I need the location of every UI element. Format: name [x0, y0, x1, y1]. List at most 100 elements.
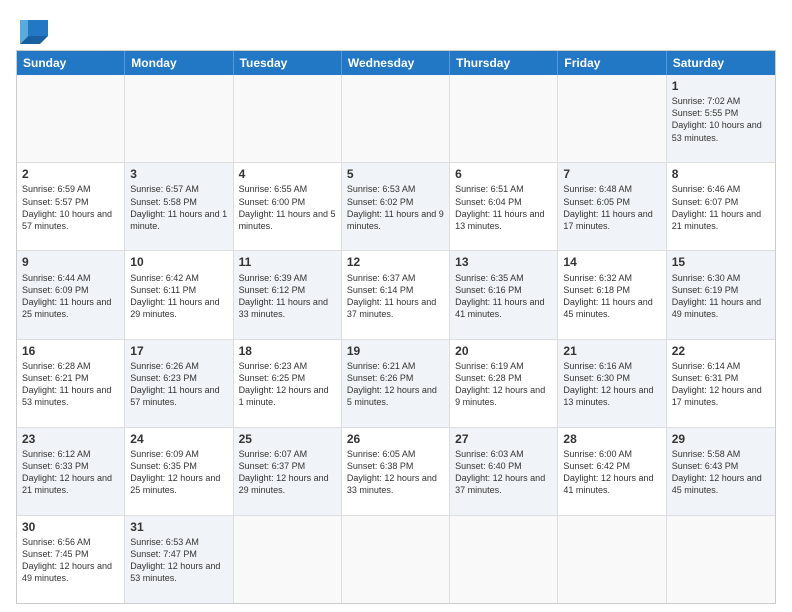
day-number: 12 — [347, 254, 444, 270]
day-cell: 6Sunrise: 6:51 AM Sunset: 6:04 PM Daylig… — [450, 163, 558, 250]
day-cell: 12 Sunrise: 6:37 AM Sunset: 6:14 PM Dayli… — [342, 251, 450, 338]
cell-text: Sunrise: 6:56 AM Sunset: 7:45 PM Dayligh… — [22, 536, 119, 585]
cell-text: Sunrise: 6:07 AM Sunset: 6:37 PM Dayligh… — [239, 448, 336, 497]
day-cell: 5Sunrise: 6:53 AM Sunset: 6:02 PM Daylig… — [342, 163, 450, 250]
day-number: 13 — [455, 254, 552, 270]
week-row: 2Sunrise: 6:59 AM Sunset: 5:57 PM Daylig… — [17, 162, 775, 250]
cell-text: Sunrise: 6:30 AM Sunset: 6:19 PM Dayligh… — [672, 272, 770, 321]
day-number: 18 — [239, 343, 336, 359]
day-header: Monday — [125, 51, 233, 75]
day-number: 5 — [347, 166, 444, 182]
day-cell — [558, 516, 666, 603]
cell-text: Sunrise: 6:03 AM Sunset: 6:40 PM Dayligh… — [455, 448, 552, 497]
day-cell: 30Sunrise: 6:56 AM Sunset: 7:45 PM Dayli… — [17, 516, 125, 603]
day-cell — [667, 516, 775, 603]
day-number: 24 — [130, 431, 227, 447]
day-cell: 27Sunrise: 6:03 AM Sunset: 6:40 PM Dayli… — [450, 428, 558, 515]
day-number: 29 — [672, 431, 770, 447]
day-cell — [450, 516, 558, 603]
day-cell: 14Sunrise: 6:32 AM Sunset: 6:18 PM Dayli… — [558, 251, 666, 338]
cell-text: Sunrise: 6:32 AM Sunset: 6:18 PM Dayligh… — [563, 272, 660, 321]
cell-text: Sunrise: 6:00 AM Sunset: 6:42 PM Dayligh… — [563, 448, 660, 497]
week-row: 9Sunrise: 6:44 AM Sunset: 6:09 PM Daylig… — [17, 250, 775, 338]
day-header: Thursday — [450, 51, 558, 75]
day-cell: 9Sunrise: 6:44 AM Sunset: 6:09 PM Daylig… — [17, 251, 125, 338]
day-cell: 3Sunrise: 6:57 AM Sunset: 5:58 PM Daylig… — [125, 163, 233, 250]
page: SundayMondayTuesdayWednesdayThursdayFrid… — [0, 0, 792, 612]
cell-text: Sunrise: 6:53 AM Sunset: 7:47 PM Dayligh… — [130, 536, 227, 585]
cell-text: Sunrise: 7:02 AM Sunset: 5:55 PM Dayligh… — [672, 95, 770, 144]
day-cell: 28Sunrise: 6:00 AM Sunset: 6:42 PM Dayli… — [558, 428, 666, 515]
header — [16, 12, 776, 44]
day-number: 20 — [455, 343, 552, 359]
day-cell: 1Sunrise: 7:02 AM Sunset: 5:55 PM Daylig… — [667, 75, 775, 162]
day-number: 7 — [563, 166, 660, 182]
cell-text: Sunrise: 6:12 AM Sunset: 6:33 PM Dayligh… — [22, 448, 119, 497]
day-header: Tuesday — [234, 51, 342, 75]
day-number: 8 — [672, 166, 770, 182]
day-number: 3 — [130, 166, 227, 182]
cell-text: Sunrise: 6:51 AM Sunset: 6:04 PM Dayligh… — [455, 183, 552, 232]
day-cell: 29Sunrise: 5:58 AM Sunset: 6:43 PM Dayli… — [667, 428, 775, 515]
day-number: 22 — [672, 343, 770, 359]
cell-text: Sunrise: 6:28 AM Sunset: 6:21 PM Dayligh… — [22, 360, 119, 409]
day-cell — [450, 75, 558, 162]
day-number: 23 — [22, 431, 119, 447]
week-row: 30Sunrise: 6:56 AM Sunset: 7:45 PM Dayli… — [17, 515, 775, 603]
day-cell: 10 Sunrise: 6:42 AM Sunset: 6:11 PM Dayli… — [125, 251, 233, 338]
day-cell — [234, 516, 342, 603]
day-cell: 22Sunrise: 6:14 AM Sunset: 6:31 PM Dayli… — [667, 340, 775, 427]
cell-text: Sunrise: 6:14 AM Sunset: 6:31 PM Dayligh… — [672, 360, 770, 409]
cell-text: Sunrise: 6:48 AM Sunset: 6:05 PM Dayligh… — [563, 183, 660, 232]
cell-text: Sunrise: 6:21 AM Sunset: 6:26 PM Dayligh… — [347, 360, 444, 409]
cell-text: Sunrise: 6:57 AM Sunset: 5:58 PM Dayligh… — [130, 183, 227, 232]
day-cell: 2Sunrise: 6:59 AM Sunset: 5:57 PM Daylig… — [17, 163, 125, 250]
week-row: 16Sunrise: 6:28 AM Sunset: 6:21 PM Dayli… — [17, 339, 775, 427]
day-cell — [125, 75, 233, 162]
day-number: 30 — [22, 519, 119, 535]
cell-text: Sunrise: 6:09 AM Sunset: 6:35 PM Dayligh… — [130, 448, 227, 497]
day-cell: 18Sunrise: 6:23 AM Sunset: 6:25 PM Dayli… — [234, 340, 342, 427]
day-number: 6 — [455, 166, 552, 182]
day-cell — [558, 75, 666, 162]
day-cell — [342, 75, 450, 162]
day-number: 1 — [672, 78, 770, 94]
cell-text: Sunrise: 6:53 AM Sunset: 6:02 PM Dayligh… — [347, 183, 444, 232]
day-cell: 16Sunrise: 6:28 AM Sunset: 6:21 PM Dayli… — [17, 340, 125, 427]
day-number: 11 — [239, 254, 336, 270]
calendar: SundayMondayTuesdayWednesdayThursdayFrid… — [16, 50, 776, 604]
cell-text: Sunrise: 6:16 AM Sunset: 6:30 PM Dayligh… — [563, 360, 660, 409]
day-number: 25 — [239, 431, 336, 447]
day-cell: 31Sunrise: 6:53 AM Sunset: 7:47 PM Dayli… — [125, 516, 233, 603]
cell-text: Sunrise: 6:59 AM Sunset: 5:57 PM Dayligh… — [22, 183, 119, 232]
cell-text: Sunrise: 5:58 AM Sunset: 6:43 PM Dayligh… — [672, 448, 770, 497]
cell-text: Sunrise: 6:44 AM Sunset: 6:09 PM Dayligh… — [22, 272, 119, 321]
cell-text: Sunrise: 6:05 AM Sunset: 6:38 PM Dayligh… — [347, 448, 444, 497]
logo — [16, 16, 52, 44]
day-cell: 23Sunrise: 6:12 AM Sunset: 6:33 PM Dayli… — [17, 428, 125, 515]
day-header: Wednesday — [342, 51, 450, 75]
day-cell: 25Sunrise: 6:07 AM Sunset: 6:37 PM Dayli… — [234, 428, 342, 515]
day-number: 27 — [455, 431, 552, 447]
day-cell — [17, 75, 125, 162]
cell-text: Sunrise: 6:19 AM Sunset: 6:28 PM Dayligh… — [455, 360, 552, 409]
day-cell: 15Sunrise: 6:30 AM Sunset: 6:19 PM Dayli… — [667, 251, 775, 338]
day-headers: SundayMondayTuesdayWednesdayThursdayFrid… — [17, 51, 775, 75]
day-cell: 8Sunrise: 6:46 AM Sunset: 6:07 PM Daylig… — [667, 163, 775, 250]
week-row: 1Sunrise: 7:02 AM Sunset: 5:55 PM Daylig… — [17, 75, 775, 162]
day-number: 10 — [130, 254, 227, 270]
day-cell: 19Sunrise: 6:21 AM Sunset: 6:26 PM Dayli… — [342, 340, 450, 427]
day-header: Saturday — [667, 51, 775, 75]
weeks: 1Sunrise: 7:02 AM Sunset: 5:55 PM Daylig… — [17, 75, 775, 603]
cell-text: Sunrise: 6:42 AM Sunset: 6:11 PM Dayligh… — [130, 272, 227, 321]
cell-text: Sunrise: 6:23 AM Sunset: 6:25 PM Dayligh… — [239, 360, 336, 409]
cell-text: Sunrise: 6:37 AM Sunset: 6:14 PM Dayligh… — [347, 272, 444, 321]
cell-text: Sunrise: 6:39 AM Sunset: 6:12 PM Dayligh… — [239, 272, 336, 321]
day-cell — [342, 516, 450, 603]
day-header: Friday — [558, 51, 666, 75]
week-row: 23Sunrise: 6:12 AM Sunset: 6:33 PM Dayli… — [17, 427, 775, 515]
day-number: 26 — [347, 431, 444, 447]
day-header: Sunday — [17, 51, 125, 75]
day-cell: 13Sunrise: 6:35 AM Sunset: 6:16 PM Dayli… — [450, 251, 558, 338]
cell-text: Sunrise: 6:55 AM Sunset: 6:00 PM Dayligh… — [239, 183, 336, 232]
